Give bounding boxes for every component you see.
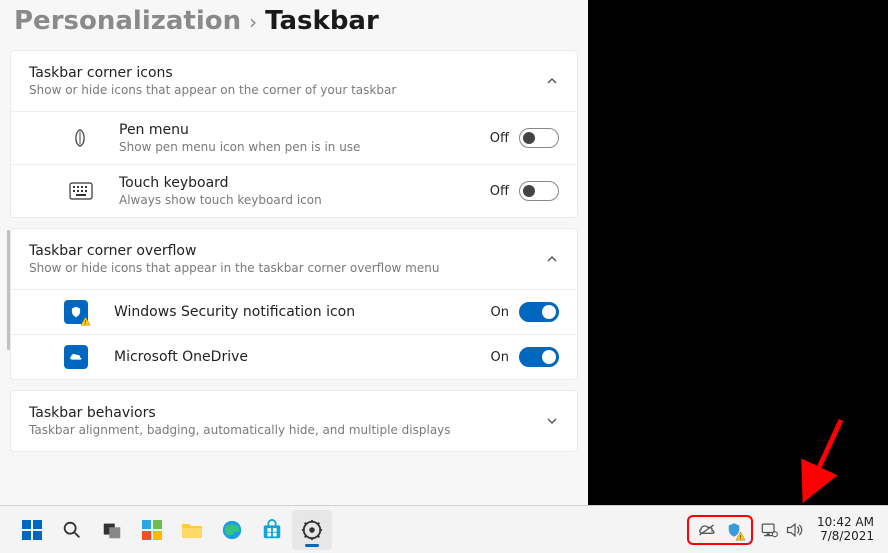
chevron-down-icon	[545, 414, 559, 428]
toggle-state-label: Off	[490, 184, 509, 199]
chevron-up-icon	[545, 252, 559, 266]
section-title: Taskbar behaviors	[29, 405, 451, 421]
windows-security-icon	[64, 300, 104, 324]
settings-button[interactable]	[292, 510, 332, 550]
toggle-state-label: On	[491, 350, 509, 365]
section-behaviors: Taskbar behaviors Taskbar alignment, bad…	[10, 390, 578, 452]
file-explorer-button[interactable]	[172, 510, 212, 550]
row-subtitle: Show pen menu icon when pen is in use	[119, 140, 490, 154]
toggle-state-label: Off	[490, 131, 509, 146]
task-view-button[interactable]	[92, 510, 132, 550]
windows-security-tray-icon[interactable]	[725, 521, 743, 539]
callout-arrow	[796, 415, 856, 505]
section-subtitle: Show or hide icons that appear in the ta…	[29, 261, 439, 275]
chevron-up-icon	[545, 74, 559, 88]
row-pen-menu: Pen menu Show pen menu icon when pen is …	[11, 111, 577, 164]
onedrive-tray-icon[interactable]	[697, 523, 717, 537]
breadcrumb-parent[interactable]: Personalization	[14, 6, 241, 36]
store-button[interactable]	[252, 510, 292, 550]
page-title: Taskbar	[265, 6, 379, 36]
network-tray-icon[interactable]	[759, 521, 779, 539]
row-subtitle: Always show touch keyboard icon	[119, 193, 490, 207]
search-button[interactable]	[52, 510, 92, 550]
breadcrumb: Personalization › Taskbar	[0, 6, 588, 50]
toggle-state-label: On	[491, 305, 509, 320]
row-onedrive: Microsoft OneDrive On	[11, 334, 577, 379]
edge-button[interactable]	[212, 510, 252, 550]
settings-content: Taskbar corner icons Show or hide icons …	[0, 50, 588, 452]
section-title: Taskbar corner overflow	[29, 243, 439, 259]
section-subtitle: Show or hide icons that appear on the co…	[29, 83, 396, 97]
settings-panel: Personalization › Taskbar Taskbar corner…	[0, 0, 588, 505]
clock-time: 10:42 AM	[817, 516, 874, 529]
chevron-right-icon: ›	[249, 10, 257, 34]
section-overflow: Taskbar corner overflow Show or hide ico…	[10, 228, 578, 380]
section-subtitle: Taskbar alignment, badging, automaticall…	[29, 423, 451, 437]
section-header-overflow[interactable]: Taskbar corner overflow Show or hide ico…	[11, 229, 577, 289]
section-title: Taskbar corner icons	[29, 65, 396, 81]
section-corner-icons: Taskbar corner icons Show or hide icons …	[10, 50, 578, 218]
volume-tray-icon[interactable]	[785, 521, 805, 539]
section-header-corner-icons[interactable]: Taskbar corner icons Show or hide icons …	[11, 51, 577, 111]
pen-icon	[69, 127, 109, 149]
row-title: Pen menu	[119, 122, 490, 138]
clock-date: 7/8/2021	[820, 530, 874, 543]
toggle-windows-security[interactable]	[519, 302, 559, 322]
taskbar: 10:42 AM 7/8/2021	[0, 505, 888, 553]
section-header-behaviors[interactable]: Taskbar behaviors Taskbar alignment, bad…	[11, 391, 577, 451]
toggle-touch-keyboard[interactable]	[519, 181, 559, 201]
toggle-pen-menu[interactable]	[519, 128, 559, 148]
tray-overflow-highlight	[687, 515, 753, 545]
scrollbar[interactable]	[7, 230, 10, 350]
start-button[interactable]	[12, 510, 52, 550]
taskbar-system-tray: 10:42 AM 7/8/2021	[687, 515, 888, 545]
clock[interactable]: 10:42 AM 7/8/2021	[811, 516, 880, 542]
row-title: Windows Security notification icon	[114, 304, 491, 320]
row-touch-keyboard: Touch keyboard Always show touch keyboar…	[11, 164, 577, 217]
row-title: Touch keyboard	[119, 175, 490, 191]
widgets-button[interactable]	[132, 510, 172, 550]
row-windows-security: Windows Security notification icon On	[11, 289, 577, 334]
toggle-onedrive[interactable]	[519, 347, 559, 367]
taskbar-pinned	[12, 510, 332, 550]
row-title: Microsoft OneDrive	[114, 349, 491, 365]
keyboard-icon	[69, 182, 109, 200]
onedrive-icon	[64, 345, 104, 369]
